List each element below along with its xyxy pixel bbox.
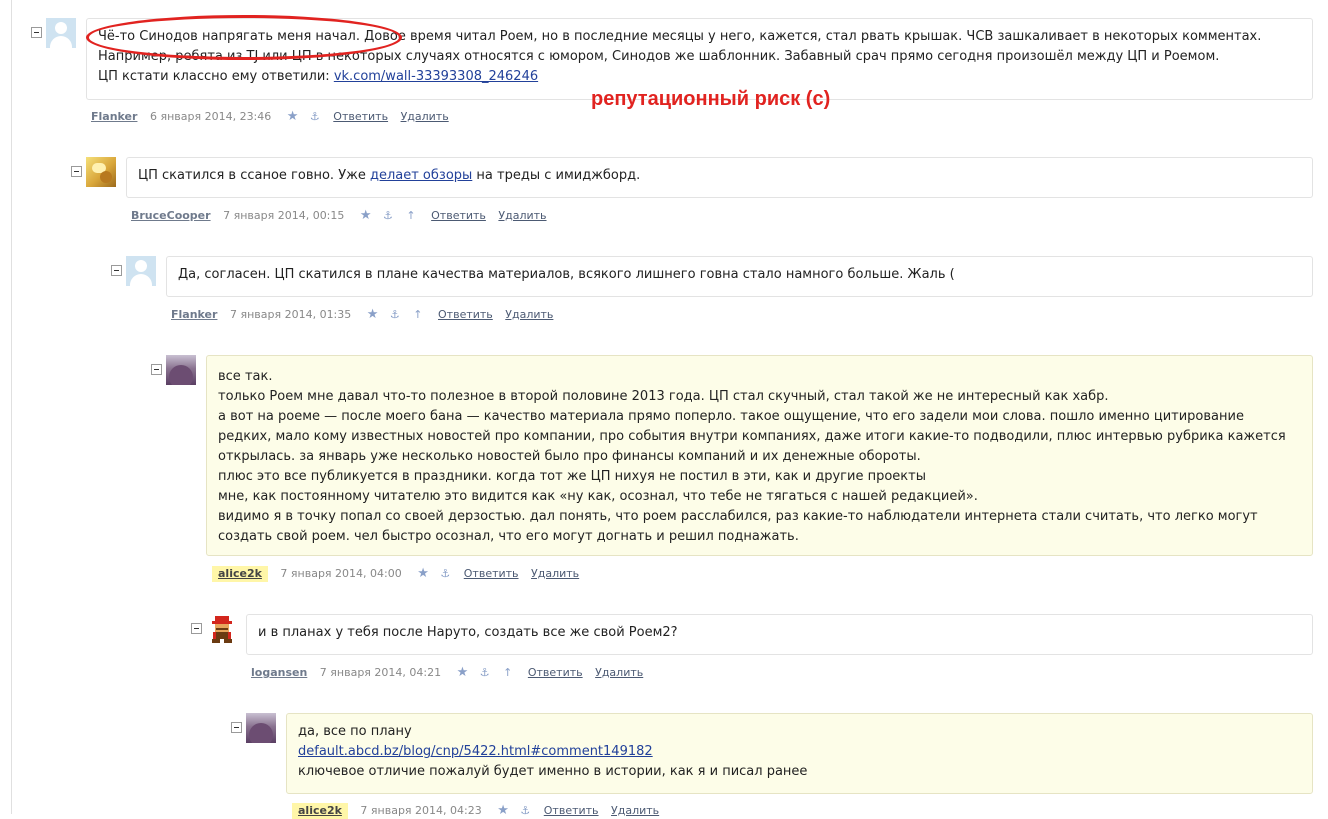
delete-link[interactable]: Удалить xyxy=(595,665,643,681)
anchor-link-icon[interactable]: ⚓ xyxy=(480,665,490,681)
comment-meta: alice2k 7 января 2014, 04:23 ★ ⚓ Ответит… xyxy=(292,803,668,819)
comment-date: 7 января 2014, 04:23 xyxy=(360,804,482,817)
comment: все так. только Роем мне давал что-то по… xyxy=(151,355,1313,587)
reply-link[interactable]: Ответить xyxy=(528,665,583,681)
comment-body: и в планах у тебя после Наруто, создать … xyxy=(246,614,1313,655)
reply-link[interactable]: Ответить xyxy=(544,803,599,819)
comment: Чё-то Синодов напрягать меня начал. Дово… xyxy=(31,18,1313,128)
annotation-text: репутационный риск (с) xyxy=(591,88,831,110)
author-link[interactable]: Flanker xyxy=(91,109,137,125)
reply-link[interactable]: Ответить xyxy=(438,307,493,323)
comment: и в планах у тебя после Наруто, создать … xyxy=(191,614,1313,686)
collapse-toggle-icon[interactable] xyxy=(231,722,242,733)
comment-meta: logansen 7 января 2014, 04:21 ★ ⚓ ↑ Отве… xyxy=(251,665,652,681)
reply-link[interactable]: Ответить xyxy=(464,566,519,582)
collapse-toggle-icon[interactable] xyxy=(151,364,162,375)
delete-link[interactable]: Удалить xyxy=(498,208,546,224)
author-link[interactable]: Flanker xyxy=(171,307,217,323)
collapse-toggle-icon[interactable] xyxy=(31,27,42,38)
reply-link[interactable]: Ответить xyxy=(431,208,486,224)
avatar[interactable] xyxy=(126,256,156,286)
comment-body: да, все по плану default.abcd.bz/blog/cn… xyxy=(286,713,1313,794)
comment-body: все так. только Роем мне давал что-то по… xyxy=(206,355,1313,556)
comment-link[interactable]: vk.com/wall-33393308_246246 xyxy=(334,69,538,84)
parent-comment-arrow-icon[interactable]: ↑ xyxy=(503,665,512,681)
anchor-link-icon[interactable]: ⚓ xyxy=(383,208,393,224)
favorite-star-icon[interactable]: ★ xyxy=(360,208,372,224)
author-link[interactable]: BruceCooper xyxy=(131,208,211,224)
comment-body: Да, согласен. ЦП скатился в плане качест… xyxy=(166,256,1313,297)
avatar[interactable] xyxy=(46,18,76,48)
anchor-link-icon[interactable]: ⚓ xyxy=(520,803,530,819)
author-link[interactable]: logansen xyxy=(251,665,307,681)
avatar[interactable] xyxy=(246,713,276,743)
comment-meta: alice2k 7 января 2014, 04:00 ★ ⚓ Ответит… xyxy=(212,566,588,582)
avatar[interactable] xyxy=(206,614,236,644)
collapse-toggle-icon[interactable] xyxy=(111,265,122,276)
favorite-star-icon[interactable]: ★ xyxy=(417,566,429,582)
delete-link[interactable]: Удалить xyxy=(531,566,579,582)
comment-body: ЦП скатился в ссаное говно. Уже делает о… xyxy=(126,157,1313,198)
comment-meta: Flanker 6 января 2014, 23:46 ★ ⚓ Ответит… xyxy=(91,109,458,125)
favorite-star-icon[interactable]: ★ xyxy=(457,665,469,681)
parent-comment-arrow-icon[interactable]: ↑ xyxy=(413,307,422,323)
comment-meta: Flanker 7 января 2014, 01:35 ★ ⚓ ↑ Ответ… xyxy=(171,307,562,323)
avatar[interactable] xyxy=(166,355,196,385)
comment: ЦП скатился в ссаное говно. Уже делает о… xyxy=(71,157,1313,229)
comment-link[interactable]: default.abcd.bz/blog/cnp/5422.html#comme… xyxy=(298,744,653,759)
thread-indent-rule xyxy=(11,0,12,814)
collapse-toggle-icon[interactable] xyxy=(71,166,82,177)
collapse-toggle-icon[interactable] xyxy=(191,623,202,634)
comment-date: 7 января 2014, 04:00 xyxy=(280,567,402,580)
reply-link[interactable]: Ответить xyxy=(333,109,388,125)
comment-date: 7 января 2014, 04:21 xyxy=(319,666,442,679)
delete-link[interactable]: Удалить xyxy=(401,109,449,125)
comment-date: 7 января 2014, 00:15 xyxy=(223,209,345,222)
favorite-star-icon[interactable]: ★ xyxy=(497,803,509,819)
comment: да, все по плану default.abcd.bz/blog/cn… xyxy=(231,713,1313,819)
avatar[interactable] xyxy=(86,157,116,187)
comment-date: 6 января 2014, 23:46 xyxy=(149,110,272,123)
delete-link[interactable]: Удалить xyxy=(611,803,659,819)
author-link[interactable]: alice2k xyxy=(212,566,268,582)
anchor-link-icon[interactable]: ⚓ xyxy=(310,109,320,125)
comment-meta: BruceCooper 7 января 2014, 00:15 ★ ⚓ ↑ О… xyxy=(131,208,556,224)
parent-comment-arrow-icon[interactable]: ↑ xyxy=(406,208,415,224)
comment-date: 7 января 2014, 01:35 xyxy=(229,308,352,321)
delete-link[interactable]: Удалить xyxy=(505,307,553,323)
comment: Да, согласен. ЦП скатился в плане качест… xyxy=(111,256,1313,328)
anchor-link-icon[interactable]: ⚓ xyxy=(390,307,400,323)
favorite-star-icon[interactable]: ★ xyxy=(287,109,299,125)
comment-link[interactable]: делает обзоры xyxy=(370,168,472,183)
author-link[interactable]: alice2k xyxy=(292,803,348,819)
anchor-link-icon[interactable]: ⚓ xyxy=(440,566,450,582)
favorite-star-icon[interactable]: ★ xyxy=(367,307,379,323)
